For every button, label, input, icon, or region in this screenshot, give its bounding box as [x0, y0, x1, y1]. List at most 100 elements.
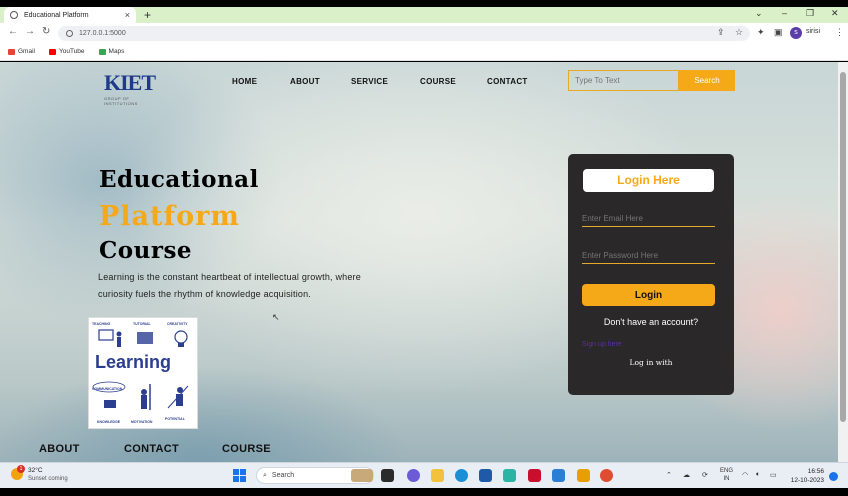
- volume-icon[interactable]: 🔈︎: [756, 471, 760, 479]
- login-with-text: Log in with: [629, 358, 673, 367]
- login-title: Login Here: [583, 169, 714, 192]
- sidepanel-icon[interactable]: ▣: [774, 27, 783, 38]
- tray-cloud-icon[interactable]: ☁: [683, 471, 690, 479]
- illustration-label: COMMUNICATION: [92, 387, 123, 391]
- mouse-cursor-icon: ↖: [272, 312, 280, 322]
- battery-icon[interactable]: ▭: [770, 471, 777, 479]
- mcafee-icon[interactable]: [528, 469, 541, 482]
- illustration-label: POTENTIAL: [165, 417, 185, 421]
- screen-border: [0, 488, 848, 496]
- back-icon[interactable]: ←: [8, 26, 18, 37]
- address-bar[interactable]: 127.0.0.1:5000: [58, 26, 750, 41]
- weather-badge: 1: [17, 465, 25, 473]
- youtube-icon: [48, 48, 56, 55]
- tab-strip: Educational Platform × + ⌄ – ❐ ✕: [0, 7, 848, 23]
- nav-home[interactable]: HOME: [232, 77, 257, 86]
- email-field[interactable]: [582, 210, 715, 227]
- windows-start-icon[interactable]: [233, 469, 246, 482]
- close-window-icon[interactable]: ✕: [831, 8, 839, 19]
- chevron-down-icon[interactable]: ⌄: [755, 8, 763, 19]
- nav-about[interactable]: ABOUT: [290, 77, 320, 86]
- illustration-label: KNOWLEDGE: [97, 420, 121, 424]
- learning-icons: [92, 381, 189, 410]
- vscode-icon[interactable]: [552, 469, 565, 482]
- site-info-icon[interactable]: [66, 30, 73, 37]
- illustration-label: CREATIVITY: [167, 322, 188, 326]
- bookmark-maps[interactable]: Maps: [98, 48, 124, 55]
- web-page: KIET GROUP OF INSTITUTIONS HOME ABOUT SE…: [0, 62, 838, 462]
- signup-link[interactable]: Sign up here: [582, 341, 622, 348]
- footer-about-link[interactable]: ABOUT: [39, 443, 80, 455]
- store-icon[interactable]: [479, 469, 492, 482]
- learning-illustration: TEACHING TUTORIAL CREATIVITY Learning CO…: [88, 317, 198, 429]
- illustration-word: Learning: [95, 352, 172, 372]
- globe-icon: [10, 11, 18, 19]
- menu-icon[interactable]: ⋮: [835, 27, 844, 38]
- hero-title-line1: Educational: [99, 166, 259, 193]
- weather-temperature: 32°C: [28, 467, 43, 474]
- bookmark-gmail[interactable]: Gmail: [8, 48, 35, 55]
- edge-icon[interactable]: [455, 469, 468, 482]
- logo-text: KIET: [104, 70, 156, 95]
- hero-description: Learning is the constant heartbeat of in…: [98, 272, 361, 299]
- teaching-icons: [98, 329, 188, 347]
- chrome-icon[interactable]: [600, 469, 613, 482]
- new-tab-button[interactable]: +: [144, 8, 151, 22]
- bookmark-youtube[interactable]: YouTube: [48, 48, 85, 55]
- illustration-label: TEACHING: [92, 322, 111, 326]
- no-account-text: Don't have an account?: [603, 317, 699, 327]
- illustration-label: MOTIVATION: [131, 420, 153, 424]
- reload-icon[interactable]: ↻: [42, 26, 50, 37]
- extensions-icon[interactable]: ✦: [757, 27, 765, 38]
- lang-top: ENG: [720, 468, 734, 474]
- nav-course[interactable]: COURSE: [420, 77, 456, 86]
- share-icon[interactable]: ⇪: [717, 27, 725, 38]
- maps-icon: [98, 48, 106, 55]
- gmail-icon: [8, 48, 15, 55]
- chat-icon[interactable]: [407, 469, 420, 482]
- illustration-label: TUTORIAL: [133, 322, 151, 326]
- clock-date: 12-10-2023: [790, 477, 824, 484]
- footer-contact-link[interactable]: CONTACT: [124, 443, 179, 455]
- profile-avatar[interactable]: s: [790, 27, 802, 39]
- notification-icon[interactable]: [829, 472, 838, 481]
- browser-tab[interactable]: Educational Platform ×: [4, 7, 136, 23]
- tray-sync-icon[interactable]: ⟳: [702, 471, 708, 479]
- url-text: 127.0.0.1:5000: [79, 30, 126, 37]
- login-card: Login Here Login Don't have an account? …: [568, 154, 734, 395]
- close-tab-icon[interactable]: ×: [125, 10, 130, 20]
- hero-title-line2: Platform: [99, 201, 240, 232]
- wifi-icon[interactable]: ◠: [742, 471, 748, 479]
- bookmark-label: YouTube: [58, 48, 85, 55]
- star-icon[interactable]: ☆: [735, 27, 743, 38]
- search-highlight-icon[interactable]: [351, 469, 373, 482]
- search-button[interactable]: Search: [679, 70, 735, 91]
- search-input[interactable]: [568, 70, 679, 91]
- page-scrollbar[interactable]: [838, 62, 848, 462]
- weather-description: Sunset coming: [28, 476, 68, 482]
- language-indicator[interactable]: ENG IN: [720, 467, 733, 483]
- bookmarks-bar: Gmail YouTube Maps: [0, 43, 848, 61]
- scrollbar-thumb[interactable]: [840, 72, 846, 422]
- file-explorer-icon[interactable]: [431, 469, 444, 482]
- tray-chevron-icon[interactable]: ⌃: [666, 471, 672, 479]
- nav-service[interactable]: SERVICE: [351, 77, 388, 86]
- nav-contact[interactable]: CONTACT: [487, 77, 528, 86]
- search-icon: ⌕: [263, 471, 267, 479]
- bookmark-label: Gmail: [18, 48, 35, 55]
- windows-taskbar: 1 32°C Sunset coming ⌕ Search ⌃ ☁ ⟳ ENG …: [0, 462, 848, 488]
- forward-icon[interactable]: →: [25, 26, 35, 37]
- site-logo[interactable]: KIET GROUP OF INSTITUTIONS: [104, 70, 156, 106]
- login-button[interactable]: Login: [582, 284, 715, 306]
- hero-title-line3: Course: [99, 237, 193, 264]
- restore-icon[interactable]: ❐: [806, 8, 814, 19]
- app-l-icon[interactable]: [503, 469, 516, 482]
- profile-name[interactable]: sirisi: [806, 28, 820, 35]
- system-clock[interactable]: 16:56 12-10-2023: [788, 467, 824, 485]
- task-view-icon[interactable]: [381, 469, 394, 482]
- footer-course-link[interactable]: COURSE: [222, 443, 271, 455]
- app-icon[interactable]: [577, 469, 590, 482]
- minimize-icon[interactable]: –: [782, 8, 787, 18]
- clock-time: 16:56: [807, 468, 824, 475]
- password-field[interactable]: [582, 247, 715, 264]
